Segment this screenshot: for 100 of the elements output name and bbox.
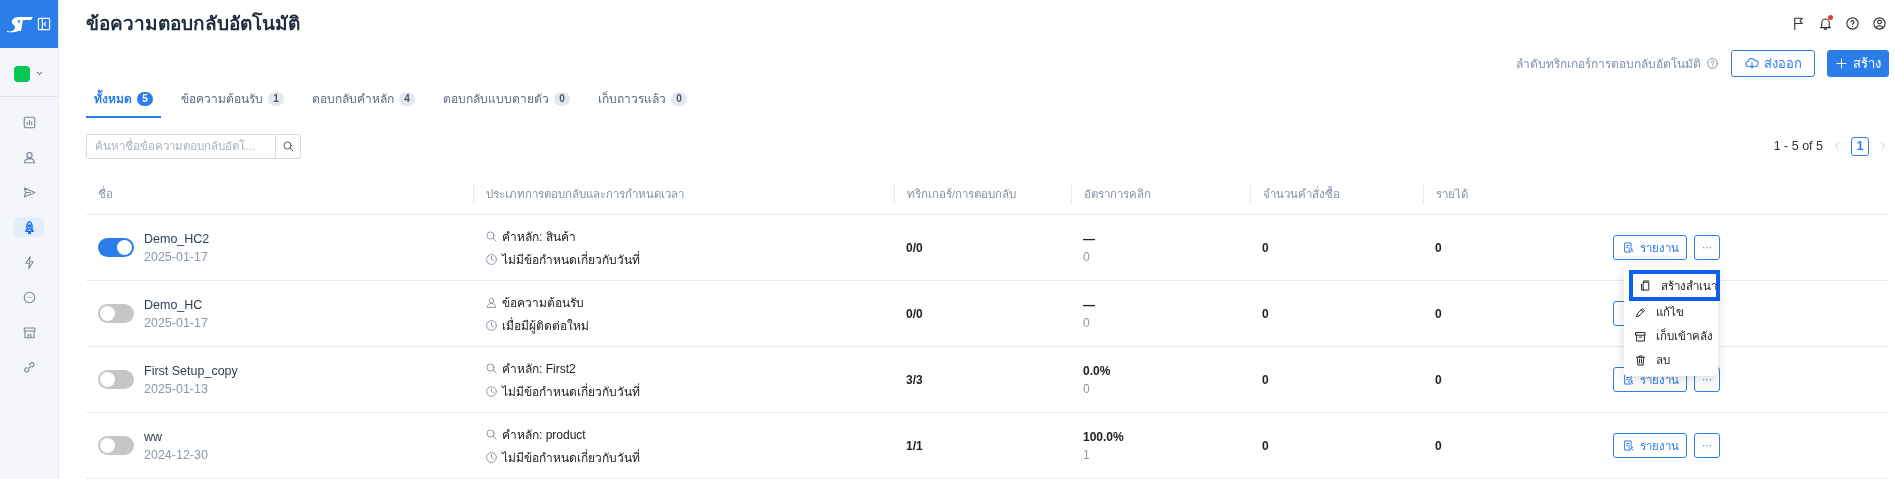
report-button[interactable]: รายงาน [1613,433,1687,458]
created-date: 2025-01-17 [144,249,209,264]
reply-name[interactable]: Demo_HC [144,297,208,312]
menu-item[interactable]: แก้ไข [1624,300,1718,324]
search-field[interactable]: ค้นหาชื่อข้อความตอบกลับอัตโ... [86,133,276,159]
click-rate: — [1083,231,1096,246]
search-icon [485,361,498,375]
reply-name[interactable]: Demo_HC2 [144,231,210,246]
click-rate: 100.0% [1083,429,1125,444]
account-icon[interactable] [1872,15,1887,31]
clock-icon [485,450,498,464]
order-count: 0 [1262,240,1270,255]
column-header: อัตราการคลิก [1071,184,1250,204]
tab[interactable]: เก็บถาวรแล้ว 0 [590,81,695,118]
trigger-count: 1/1 [906,438,924,453]
tab[interactable]: ทั้งหมด 5 [86,81,161,118]
click-count: 1 [1083,447,1091,462]
click-count: 0 [1083,315,1091,330]
menu-item[interactable]: เก็บเข้าคลัง [1624,324,1718,348]
trigger-count: 0/0 [906,306,924,321]
link-icon [21,359,37,375]
click-rate: 0.0% [1083,363,1112,378]
count-badge: 5 [137,91,153,106]
created-date: 2025-01-13 [144,381,209,396]
more-button[interactable]: ··· [1694,235,1720,260]
more-button[interactable]: ··· [1694,433,1720,458]
clock-icon [485,318,498,332]
created-date: 2025-01-17 [144,315,208,330]
sidebar-item[interactable] [14,217,44,237]
column-header: ชื่อ [97,185,114,202]
schedule-text: ไม่มีข้อกำหนดเกี่ยวกับวันที่ [502,448,640,467]
help-icon[interactable] [1845,15,1860,31]
reply-type: คำหลัก: สินค้า [502,228,576,246]
count-badge: 0 [671,91,687,106]
click-count: 0 [1083,249,1091,264]
trigger-count: 3/3 [906,372,924,387]
search-icon [485,229,498,243]
menu-item[interactable]: สร้างสำเนา [1631,272,1718,299]
count-badge: 1 [268,91,284,106]
page-title: ข้อความตอบกลับอัตโนมัติ [86,11,300,36]
toggle-switch[interactable] [98,436,134,455]
logo-icon [5,14,35,34]
search-icon [281,139,295,153]
trigger-order-link[interactable]: ลำดับทริกเกอร์การตอบกลับอัตโนมัติ [1516,53,1701,73]
count-badge: 4 [399,91,415,106]
created-date: 2024-12-30 [144,447,208,462]
cloud-download-icon [1744,56,1759,70]
trigger-count: 0/0 [906,240,924,255]
revenue-value: 0 [1435,372,1443,387]
store-icon [21,324,37,340]
create-button[interactable]: สร้าง [1827,49,1889,77]
clock-icon [485,252,498,266]
notification-bell-icon[interactable] [1818,15,1833,31]
column-header: ทริกเกอร์/การตอบกลับ [894,184,1071,204]
trash-icon [1634,353,1647,367]
tab[interactable]: ตอบกลับคำหลัก 4 [304,81,423,118]
click-rate: — [1083,297,1096,312]
toggle-switch[interactable] [98,238,134,257]
flag-icon[interactable] [1791,15,1806,31]
column-header: จำนวนคำสั่งซื้อ [1250,184,1423,204]
chat-app-icon[interactable] [13,65,30,82]
order-count: 0 [1262,438,1270,453]
user-icon [21,149,37,165]
column-header: รายได้ [1423,184,1601,204]
chart-icon [21,114,37,130]
count-badge: 0 [554,91,570,106]
revenue-value: 0 [1435,438,1443,453]
archive-icon [1634,329,1647,343]
pencil-icon [1634,305,1647,319]
schedule-text: ไม่มีข้อกำหนดเกี่ยวกับวันที่ [502,382,640,401]
order-count: 0 [1262,306,1270,321]
search-button[interactable] [276,133,301,159]
schedule-text: เมื่อมีผู้ติดต่อใหม่ [502,316,589,335]
revenue-value: 0 [1435,306,1443,321]
report-button[interactable]: รายงาน [1613,235,1687,260]
help-icon [1706,56,1719,70]
reply-type: คำหลัก: product [502,426,586,444]
tab[interactable]: ตอบกลับแบบตายตัว 0 [435,81,578,118]
toggle-switch[interactable] [98,370,134,389]
page-button[interactable]: 1 [1851,136,1869,156]
pagination-range: 1 - 5 of 5 [1773,139,1823,154]
user-icon [485,295,498,309]
send-icon [21,184,37,200]
plus-icon [1835,56,1848,70]
chat-icon [21,289,37,305]
reply-name[interactable]: ww [144,429,208,444]
reply-type: คำหลัก: First2 [502,360,576,378]
reply-name[interactable]: First Setup_copy [144,363,238,378]
revenue-value: 0 [1435,240,1443,255]
tab[interactable]: ข้อความต้อนรับ 1 [173,81,292,118]
copy-icon [1639,279,1652,292]
report-icon [1621,373,1635,386]
click-count: 0 [1083,381,1091,396]
schedule-text: ไม่มีข้อกำหนดเกี่ยวกับวันที่ [502,250,640,269]
report-icon [1621,439,1635,452]
toggle-switch[interactable] [98,304,134,323]
export-button[interactable]: ส่งออก [1731,49,1815,77]
reply-type: ข้อความต้อนรับ [502,294,584,312]
panel-toggle-icon[interactable] [36,16,52,32]
report-icon [1621,241,1635,254]
